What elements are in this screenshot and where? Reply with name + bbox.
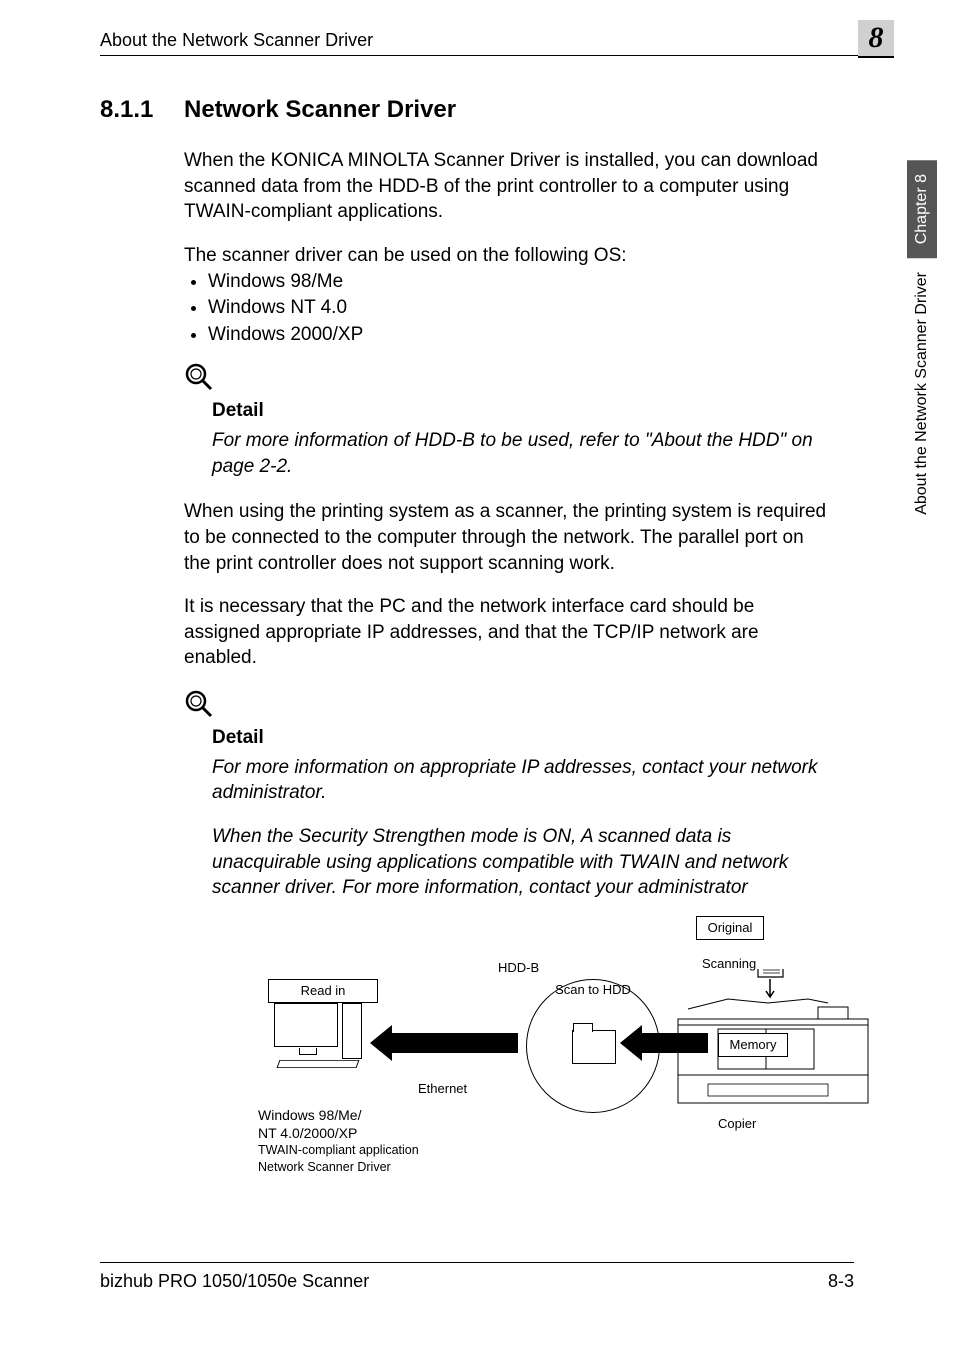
caption-line: Windows 98/Me/ xyxy=(258,1106,478,1124)
magnifier-icon xyxy=(184,362,834,392)
caption-line: TWAIN-compliant application xyxy=(258,1142,478,1158)
detail-block-2: Detail For more information on appropria… xyxy=(212,725,834,901)
diagram-label-copier: Copier xyxy=(708,1113,766,1135)
side-tab-chapter: Chapter 8 xyxy=(907,160,937,258)
caption-line: NT 4.0/2000/XP xyxy=(258,1124,478,1142)
side-tab-title: About the Network Scanner Driver xyxy=(907,258,937,529)
diagram-label-hddb: HDD-B xyxy=(488,957,549,979)
folder-icon xyxy=(572,1030,616,1064)
footer-left: bizhub PRO 1050/1050e Scanner xyxy=(100,1271,369,1292)
diagram-caption-windows: Windows 98/Me/ NT 4.0/2000/XP TWAIN-comp… xyxy=(258,1106,478,1175)
magnifier-icon xyxy=(184,689,834,719)
list-item: Windows 98/Me xyxy=(208,269,834,296)
arrow-left-icon xyxy=(388,1033,518,1053)
diagram-label-scanning: Scanning xyxy=(692,953,766,975)
paragraph-4: It is necessary that the PC and the netw… xyxy=(184,594,834,671)
detail-label: Detail xyxy=(212,398,834,424)
paragraph-1: When the KONICA MINOLTA Scanner Driver i… xyxy=(184,148,834,225)
list-item: Windows NT 4.0 xyxy=(208,295,834,322)
paragraph-3: When using the printing system as a scan… xyxy=(184,499,834,576)
os-list: Windows 98/Me Windows NT 4.0 Windows 200… xyxy=(184,269,834,349)
caption-line: Network Scanner Driver xyxy=(258,1159,478,1175)
diagram-label-scan-to-hdd: Scan to HDD xyxy=(533,979,653,1001)
detail-label: Detail xyxy=(212,725,834,751)
pc-icon xyxy=(274,1003,374,1073)
header-section-title: About the Network Scanner Driver xyxy=(100,30,373,51)
detail-text: For more information on appropriate IP a… xyxy=(212,755,834,806)
side-tab: Chapter 8 About the Network Scanner Driv… xyxy=(902,160,942,529)
diagram-label-memory: Memory xyxy=(718,1033,788,1057)
diagram-label-ethernet: Ethernet xyxy=(408,1078,477,1100)
heading-number: 8.1.1 xyxy=(100,96,160,124)
diagram-label-original: Original xyxy=(696,916,764,940)
diagram-label-read-in: Read in xyxy=(268,979,378,1003)
paragraph-2: The scanner driver can be used on the fo… xyxy=(184,243,834,269)
system-diagram: Read in HDD-B Ethernet Scan to HDD xyxy=(268,921,908,1181)
detail-text: When the Security Strengthen mode is ON,… xyxy=(212,824,834,901)
list-item: Windows 2000/XP xyxy=(208,322,834,349)
footer-right: 8-3 xyxy=(828,1271,854,1292)
detail-block-1: Detail For more information of HDD-B to … xyxy=(212,398,834,479)
chapter-number-box: 8 xyxy=(858,20,894,58)
heading-text: Network Scanner Driver xyxy=(184,96,456,124)
detail-text: For more information of HDD-B to be used… xyxy=(212,428,834,479)
